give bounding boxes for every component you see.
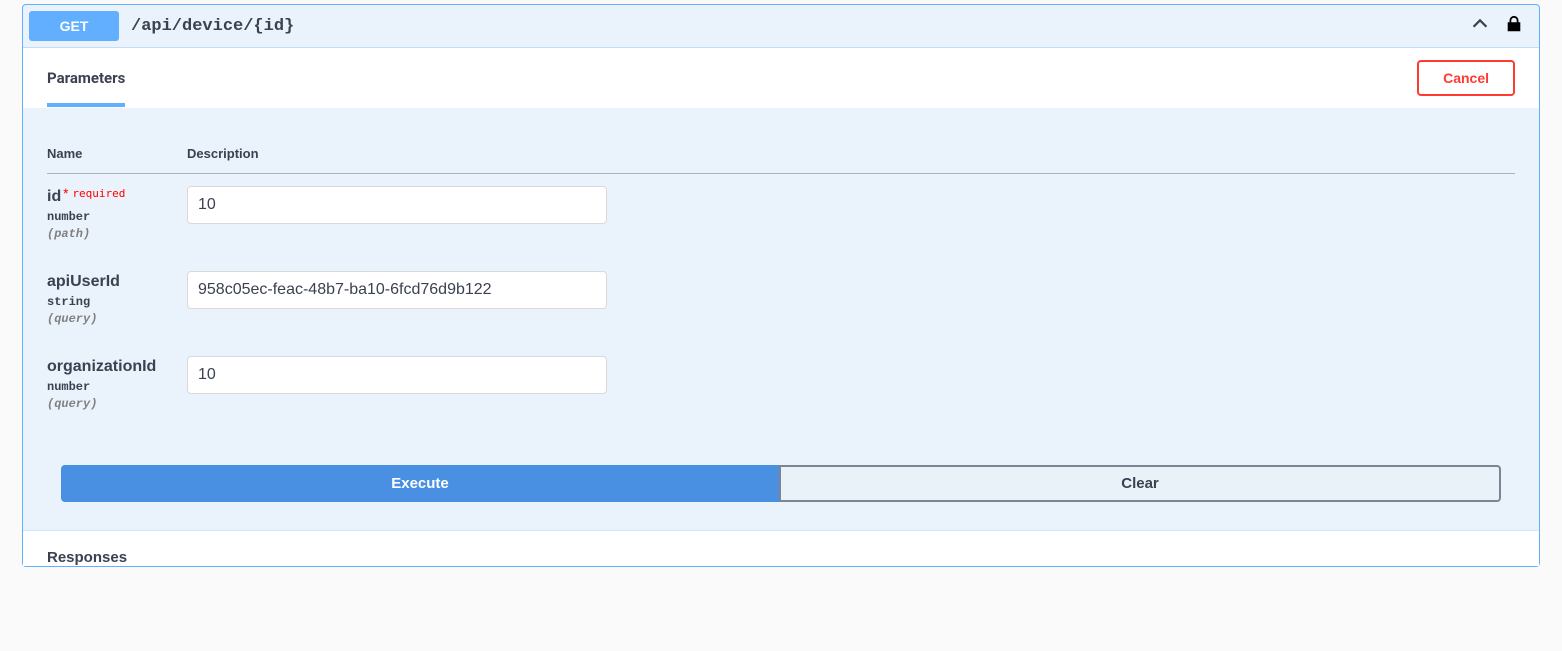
operation-body: Parameters Cancel Name Description id* r…	[23, 47, 1539, 566]
param-input[interactable]	[187, 186, 607, 224]
param-type: string	[47, 295, 187, 309]
param-type: number	[47, 380, 187, 394]
param-name-cell: apiUserId string (query)	[47, 259, 187, 344]
param-name-cell: organizationId number (query)	[47, 344, 187, 429]
param-desc-cell	[187, 174, 1515, 260]
param-name-cell: id* required number (path)	[47, 174, 187, 260]
parameters-header: Parameters Cancel	[23, 48, 1539, 108]
param-in: (path)	[47, 227, 187, 241]
required-label: required	[72, 187, 125, 200]
responses-title: Responses	[47, 549, 1515, 566]
param-input[interactable]	[187, 356, 607, 394]
param-name: id	[47, 188, 61, 205]
responses-section: Responses	[23, 530, 1539, 566]
execute-button[interactable]: Execute	[61, 465, 779, 502]
http-method-badge: GET	[29, 11, 119, 41]
operation-block: GET /api/device/{id} Parameters Cancel N…	[22, 4, 1540, 567]
lock-icon[interactable]	[1505, 14, 1523, 38]
param-desc-cell	[187, 344, 1515, 429]
param-desc-cell	[187, 259, 1515, 344]
parameters-table: Name Description id* required number (path…	[47, 134, 1515, 429]
param-row: id* required number (path)	[47, 174, 1515, 260]
param-input[interactable]	[187, 271, 607, 309]
param-in: (query)	[47, 397, 187, 411]
tab-parameters[interactable]: Parameters	[47, 49, 125, 107]
clear-button[interactable]: Clear	[779, 465, 1501, 502]
cancel-button[interactable]: Cancel	[1417, 60, 1515, 96]
param-name: organizationId	[47, 358, 156, 375]
param-name: apiUserId	[47, 273, 120, 290]
param-in: (query)	[47, 312, 187, 326]
chevron-up-icon[interactable]	[1469, 13, 1491, 39]
endpoint-path: /api/device/{id}	[131, 17, 1469, 36]
col-name: Name	[47, 134, 187, 174]
param-row: apiUserId string (query)	[47, 259, 1515, 344]
param-row: organizationId number (query)	[47, 344, 1515, 429]
col-description: Description	[187, 134, 1515, 174]
required-star-icon: *	[61, 186, 68, 200]
param-type: number	[47, 210, 187, 224]
summary-controls	[1469, 13, 1533, 39]
execute-row: Execute Clear	[61, 465, 1501, 530]
operation-summary[interactable]: GET /api/device/{id}	[23, 5, 1539, 47]
